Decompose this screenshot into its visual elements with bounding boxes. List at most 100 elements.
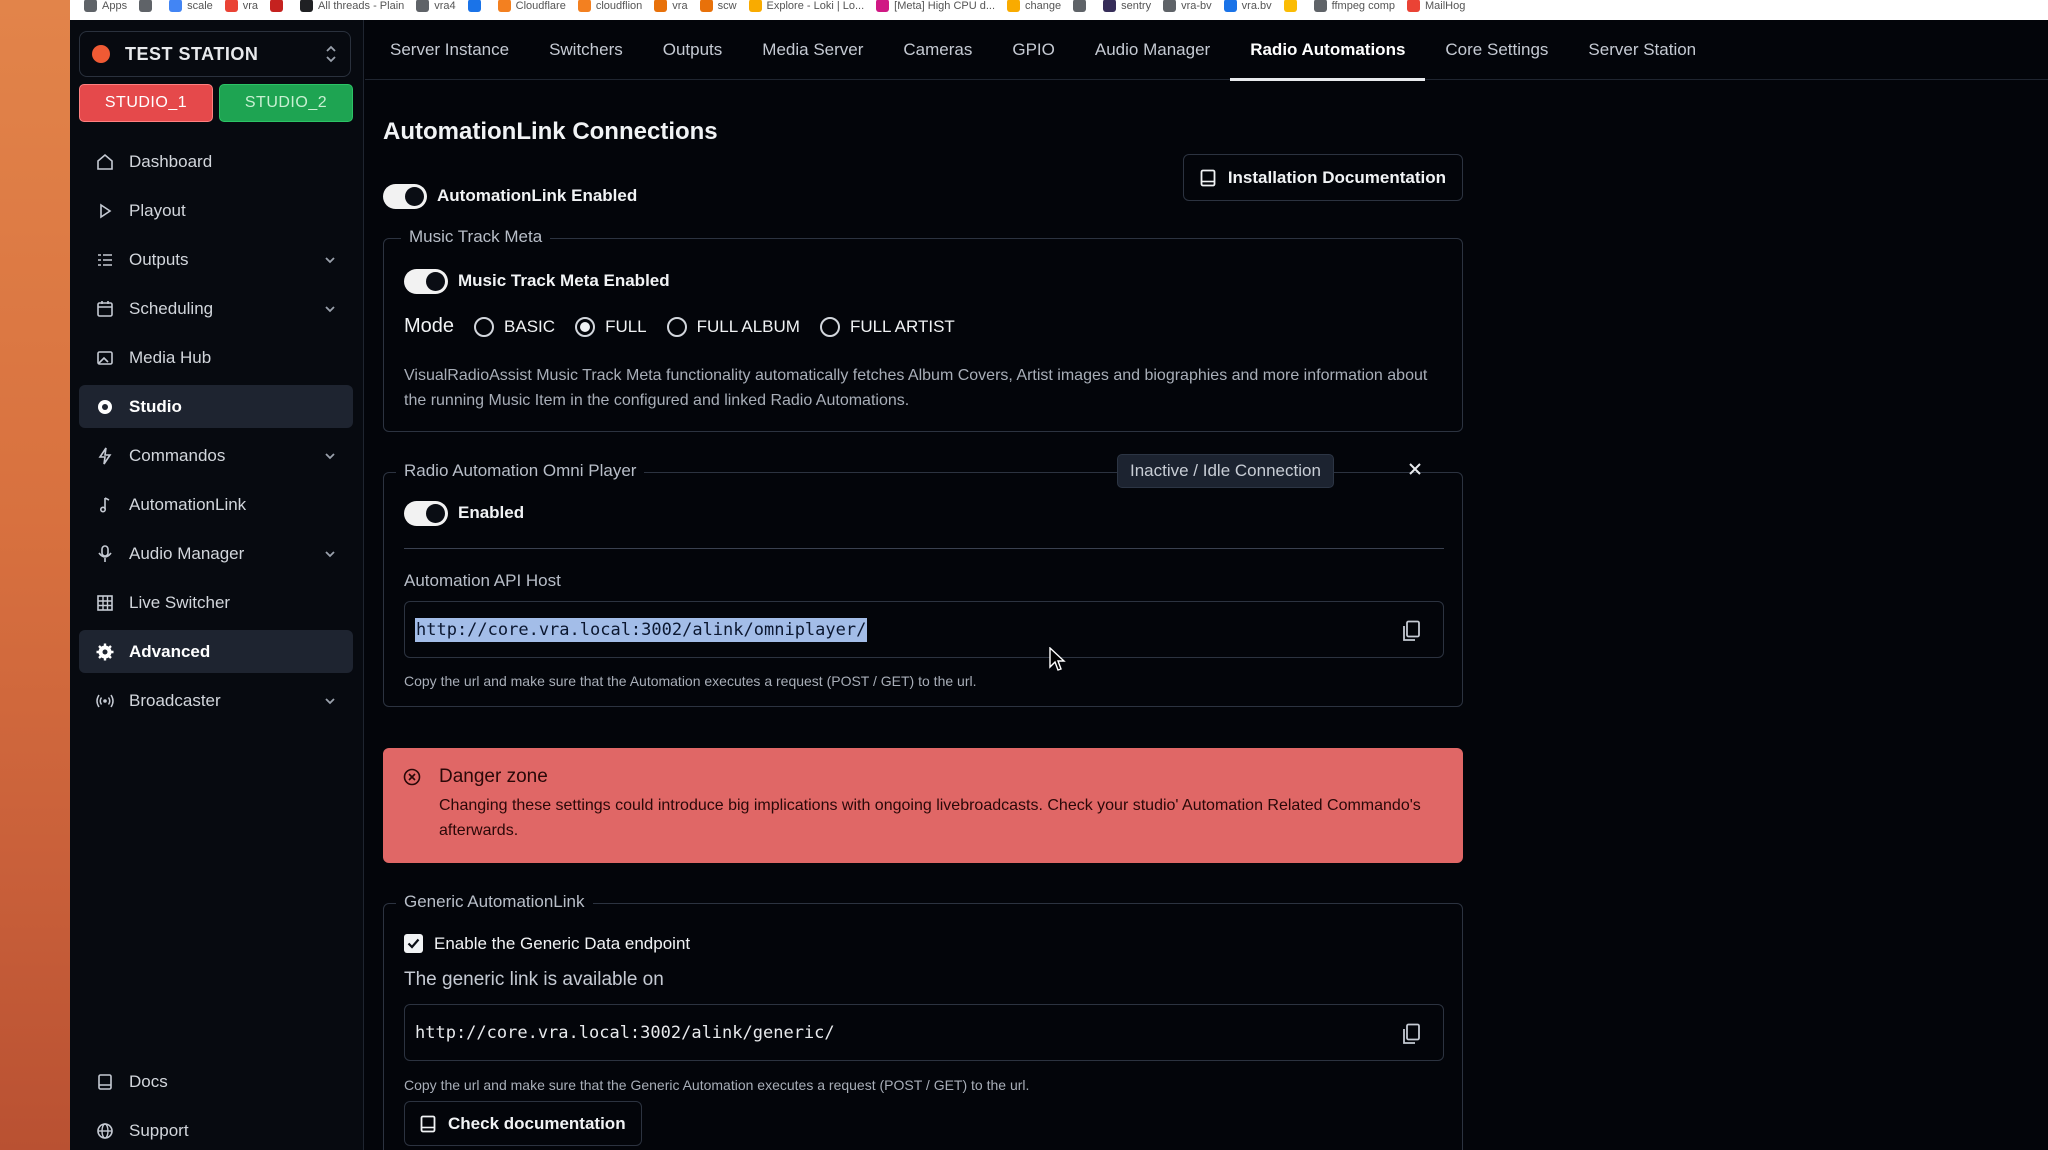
bookmark-label: scw	[717, 0, 737, 12]
bookmark-item[interactable]: Cloudflare	[497, 0, 566, 12]
tab-audio-manager[interactable]: Audio Manager	[1075, 20, 1230, 80]
generic-available-label: The generic link is available on	[404, 969, 664, 990]
x-circle-icon	[403, 768, 421, 786]
sidebar-item-automationlink[interactable]: AutomationLink	[79, 483, 353, 526]
mode-label: Mode	[404, 315, 455, 337]
chevron-down-icon[interactable]	[323, 547, 337, 561]
sidebar-item-docs[interactable]: Docs	[79, 1060, 353, 1103]
copy-icon[interactable]	[1401, 620, 1421, 642]
tab-radio-automations[interactable]: Radio Automations	[1230, 20, 1426, 81]
generic-url-text[interactable]: http://core.vra.local:3002/alink/generic…	[415, 1023, 835, 1043]
bookmark-label: vra.bv	[1241, 0, 1272, 12]
sidebar-nav-bottom: Docs Support	[79, 1060, 353, 1150]
bookmark-item[interactable]: vra	[224, 0, 258, 12]
studio-1-button[interactable]: STUDIO_1	[79, 84, 213, 122]
tab-server-instance[interactable]: Server Instance	[370, 20, 529, 80]
sidebar-item-label: AutomationLink	[129, 494, 247, 514]
generic-url-field[interactable]: http://core.vra.local:3002/alink/generic…	[404, 1004, 1444, 1061]
mode-radio-basic[interactable]: BASIC	[474, 316, 555, 337]
bookmark-item[interactable]	[1073, 0, 1091, 12]
home-icon	[97, 153, 113, 170]
tab-outputs[interactable]: Outputs	[643, 20, 743, 80]
bookmark-item[interactable]: vra	[654, 0, 688, 12]
bookmark-favicon-icon	[224, 0, 238, 12]
bookmark-item[interactable]	[139, 0, 157, 12]
sidebar-item-label: Advanced	[129, 641, 211, 661]
installation-documentation-button[interactable]: Installation Documentation	[1182, 154, 1463, 201]
mode-radio-full-artist[interactable]: FULL ARTIST	[819, 316, 955, 337]
chevron-down-icon[interactable]	[323, 253, 337, 267]
station-selector[interactable]: TEST STATION	[79, 31, 351, 77]
bookmark-item[interactable]: ffmpeg comp	[1313, 0, 1395, 12]
bookmark-item[interactable]: [Meta] High CPU d...	[876, 0, 995, 12]
tab-cameras[interactable]: Cameras	[883, 20, 992, 80]
bookmark-item[interactable]: All threads - Plain	[300, 0, 404, 12]
automationlink-enabled-toggle[interactable]	[383, 184, 427, 209]
gear-icon	[96, 643, 114, 660]
sidebar-nav: Dashboard Playout Outputs Scheduling Media H…	[79, 140, 353, 728]
bookmark-favicon-icon	[748, 0, 762, 12]
tab-switchers[interactable]: Switchers	[529, 20, 643, 80]
sidebar-item-broadcaster[interactable]: Broadcaster	[79, 679, 353, 722]
bookmark-item[interactable]: change	[1007, 0, 1061, 12]
copy-icon[interactable]	[1401, 1023, 1421, 1045]
tab-server-station[interactable]: Server Station	[1568, 20, 1716, 80]
close-icon[interactable]	[1405, 459, 1425, 479]
bookmark-item[interactable]: vra4	[416, 0, 456, 12]
bookmark-favicon-icon	[270, 0, 284, 12]
checkmark-icon	[407, 938, 420, 949]
mode-radio-full-album[interactable]: FULL ALBUM	[666, 316, 800, 337]
sidebar-item-playout[interactable]: Playout	[79, 189, 353, 232]
sidebar-item-live-switcher[interactable]: Live Switcher	[79, 581, 353, 624]
sidebar-item-scheduling[interactable]: Scheduling	[79, 287, 353, 330]
omni-player-toggle[interactable]	[404, 501, 448, 526]
bookmark-item[interactable]: sentry	[1103, 0, 1151, 12]
sidebar-item-label: Studio	[129, 396, 182, 416]
bookmark-item[interactable]	[467, 0, 486, 12]
bookmark-favicon-icon	[1163, 0, 1177, 12]
radio-circle[interactable]	[474, 316, 495, 337]
sidebar-item-label: Commandos	[129, 445, 226, 465]
desktop-wallpaper	[0, 0, 70, 1150]
chevron-down-icon[interactable]	[323, 449, 337, 463]
tab-gpio[interactable]: GPIO	[992, 20, 1075, 80]
omni-player-url-field[interactable]: http://core.vra.local:3002/alink/omnipla…	[404, 601, 1444, 658]
sidebar-item-media-hub[interactable]: Media Hub	[79, 336, 353, 379]
bookmark-item[interactable]: scw	[699, 0, 737, 12]
bookmark-item[interactable]: MailHog	[1407, 0, 1465, 12]
sidebar-item-dashboard[interactable]: Dashboard	[79, 140, 353, 183]
omni-player-url-text[interactable]: http://core.vra.local:3002/alink/omnipla…	[415, 617, 868, 642]
chevron-down-icon[interactable]	[323, 694, 337, 708]
sidebar-item-studio[interactable]: Studio	[79, 385, 353, 428]
mode-radio-full[interactable]: FULL	[575, 316, 647, 337]
bookmark-item[interactable]: cloudflion	[577, 0, 642, 12]
studio-2-button[interactable]: STUDIO_2	[219, 84, 353, 122]
bookmark-favicon-icon	[654, 0, 668, 12]
connection-status-badge: Inactive / Idle Connection	[1117, 454, 1334, 488]
bookmark-item[interactable]: scale	[169, 0, 213, 12]
sidebar-item-outputs[interactable]: Outputs	[79, 238, 353, 281]
bookmark-item[interactable]	[1283, 0, 1302, 12]
settings-tabs: Server Instance Switchers Outputs Media Ser…	[365, 20, 2048, 81]
radio-circle[interactable]	[819, 316, 840, 337]
sidebar-item-commandos[interactable]: Commandos	[79, 434, 353, 477]
bookmark-item[interactable]: Explore - Loki | Lo...	[748, 0, 864, 12]
radio-circle[interactable]	[666, 316, 687, 337]
danger-zone-title: Danger zone	[439, 766, 548, 787]
tab-core-settings[interactable]: Core Settings	[1425, 20, 1568, 80]
bookmark-item[interactable]: vra.bv	[1223, 0, 1272, 12]
generic-endpoint-checkbox[interactable]	[404, 934, 423, 953]
check-documentation-button[interactable]: Check documentation	[404, 1101, 642, 1146]
tab-media-server[interactable]: Media Server	[742, 20, 883, 80]
bookmark-item[interactable]	[270, 0, 288, 12]
radio-circle[interactable]	[575, 316, 596, 337]
sidebar-item-advanced[interactable]: Advanced	[79, 630, 353, 673]
bookmark-label: [Meta] High CPU d...	[894, 0, 996, 12]
sidebar-item-audio-manager[interactable]: Audio Manager	[79, 532, 353, 575]
bookmark-favicon-icon	[876, 0, 890, 12]
music-track-meta-toggle[interactable]	[404, 269, 448, 294]
bookmark-item[interactable]: Apps	[84, 0, 127, 12]
bookmark-item[interactable]: vra-bv	[1163, 0, 1212, 12]
sidebar-item-support[interactable]: Support	[79, 1109, 353, 1150]
chevron-down-icon[interactable]	[323, 302, 337, 316]
